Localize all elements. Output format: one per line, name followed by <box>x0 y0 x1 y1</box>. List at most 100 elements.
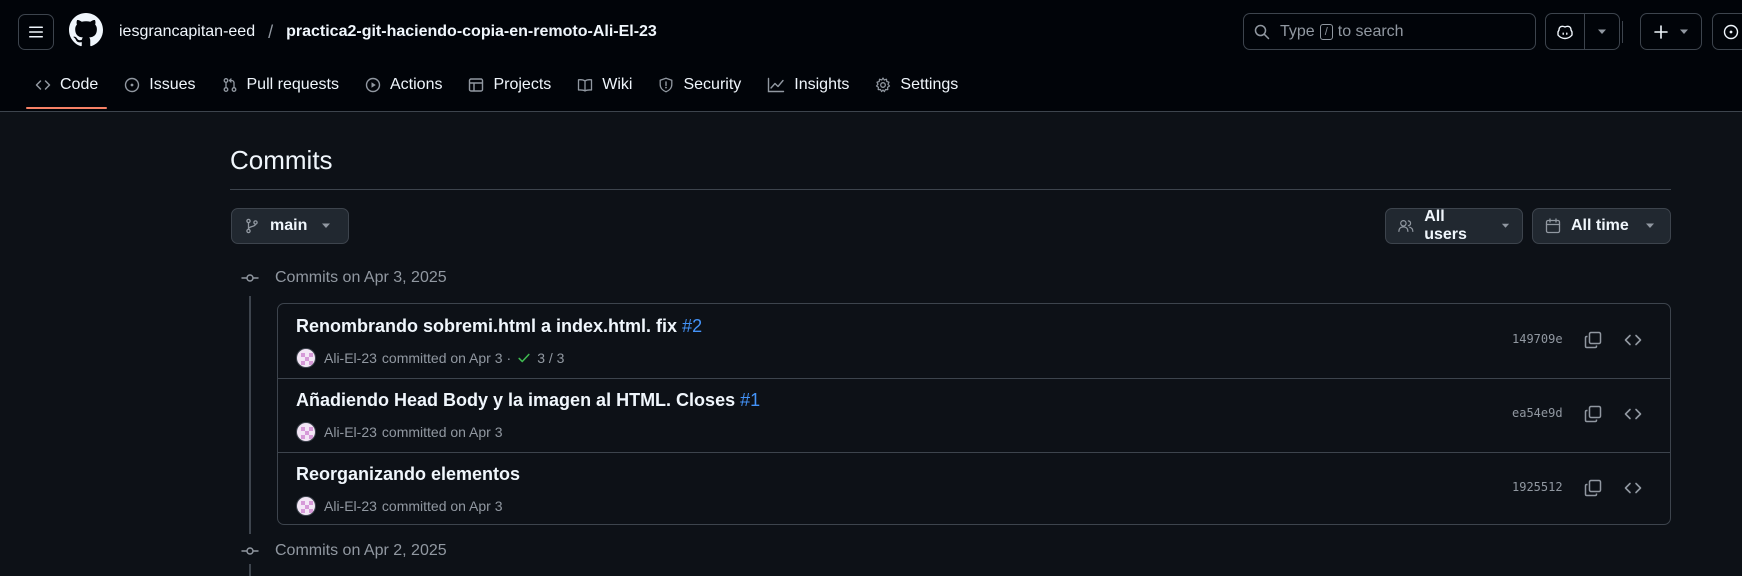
tab-label: Wiki <box>602 76 633 93</box>
users-filter-label: All users <box>1424 208 1467 243</box>
avatar[interactable] <box>296 496 316 516</box>
divider <box>230 189 1671 190</box>
search-placeholder-prefix: Type <box>1280 22 1315 40</box>
time-filter-button[interactable]: All time <box>1532 208 1671 244</box>
checks-status[interactable]: 3 / 3 <box>537 350 564 366</box>
commit-sha-link[interactable]: ea54e9d <box>1512 406 1563 420</box>
copy-sha-button[interactable] <box>1583 478 1603 498</box>
commit-date-text: committed on Apr 3 <box>381 424 503 440</box>
tab-projects[interactable]: Projects <box>459 67 560 103</box>
commit-author-link[interactable]: Ali-El-23 <box>324 424 377 440</box>
code-icon <box>1624 482 1642 494</box>
tab-actions[interactable]: Actions <box>356 67 451 103</box>
avatar[interactable] <box>296 422 316 442</box>
commit-title: Reorganizando elementos <box>296 464 520 485</box>
browse-files-button[interactable] <box>1623 404 1643 424</box>
check-icon[interactable] <box>517 351 531 365</box>
copy-sha-button[interactable] <box>1583 330 1603 350</box>
copy-icon <box>1584 479 1602 497</box>
play-icon <box>365 77 381 93</box>
users-filter-button[interactable]: All users <box>1385 208 1523 244</box>
menu-button[interactable] <box>18 14 54 50</box>
git-commit-icon <box>241 274 259 282</box>
github-logo-icon[interactable] <box>69 13 103 47</box>
branch-select-button[interactable]: main <box>231 208 349 244</box>
commit-group-heading: Commits on Apr 2, 2025 <box>241 541 447 561</box>
triangle-down-icon <box>1680 29 1688 34</box>
commit-author-link[interactable]: Ali-El-23 <box>324 350 377 366</box>
tab-pull-requests[interactable]: Pull requests <box>213 67 349 103</box>
avatar[interactable] <box>296 348 316 368</box>
commit-date-text: committed on Apr 3 <box>381 498 503 514</box>
page-title: Commits <box>230 145 333 175</box>
tab-settings[interactable]: Settings <box>866 67 967 103</box>
search-icon <box>1254 24 1270 39</box>
tab-code[interactable]: Code <box>26 67 108 109</box>
breadcrumb-repo-link[interactable]: practica2-git-haciendo-copia-en-remoto-A… <box>286 23 657 41</box>
commit-sha-link[interactable]: 149709e <box>1512 332 1563 346</box>
time-filter-label: All time <box>1571 217 1629 234</box>
copy-sha-button[interactable] <box>1583 404 1603 424</box>
issue-reference-link[interactable]: #2 <box>682 316 702 336</box>
graph-icon <box>768 77 785 93</box>
tab-label: Settings <box>900 76 959 93</box>
tab-label: Actions <box>390 76 443 93</box>
browse-files-button[interactable] <box>1623 478 1643 498</box>
issue-opened-icon <box>1723 24 1739 39</box>
git-pull-request-icon <box>223 78 236 92</box>
tab-label: Issues <box>149 76 196 93</box>
breadcrumb-separator: / <box>268 21 274 42</box>
commit-group-heading: Commits on Apr 3, 2025 <box>241 268 447 288</box>
calendar-icon <box>1545 218 1561 234</box>
header-divider <box>1622 21 1623 43</box>
triangle-down-icon <box>1598 29 1606 34</box>
commit-author-link[interactable]: Ali-El-23 <box>324 498 377 514</box>
issue-reference-link[interactable]: #1 <box>740 390 760 410</box>
commit-group-date: Commits on Apr 3, 2025 <box>275 269 447 286</box>
search-input[interactable]: Type / to search <box>1243 13 1536 50</box>
copy-icon <box>1584 405 1602 423</box>
commit-meta: Ali-El-23 committed on Apr 3 <box>296 496 503 516</box>
gear-icon <box>876 77 891 93</box>
commit-meta: Ali-El-23 committed on Apr 3 · 3 / 3 <box>296 348 564 368</box>
tab-label: Pull requests <box>246 76 340 93</box>
tab-wiki[interactable]: Wiki <box>568 67 641 103</box>
people-icon <box>1398 220 1414 232</box>
commit-title: Añadiendo Head Body y la imagen al HTML.… <box>296 390 760 411</box>
hamburger-icon <box>29 26 43 38</box>
triangle-down-icon <box>1501 223 1510 228</box>
copilot-button[interactable] <box>1546 14 1585 49</box>
book-icon <box>578 79 593 92</box>
commit-row: Renombrando sobremi.html a index.html. f… <box>278 304 1670 378</box>
tab-issues[interactable]: Issues <box>115 67 204 103</box>
code-icon <box>1624 334 1642 346</box>
copilot-dropdown-button[interactable] <box>1585 14 1619 49</box>
commit-sha-link[interactable]: 1925512 <box>1512 480 1563 494</box>
identicon-icon <box>301 427 313 439</box>
tab-label: Code <box>60 76 99 93</box>
code-icon <box>1624 408 1642 420</box>
breadcrumb: iesgrancapitan-eed / practica2-git-hacie… <box>119 21 657 43</box>
identicon-icon <box>301 501 313 513</box>
table-icon <box>469 78 484 92</box>
create-new-button[interactable] <box>1640 13 1702 50</box>
code-icon <box>35 80 51 90</box>
commit-list: Renombrando sobremi.html a index.html. f… <box>277 303 1671 525</box>
timeline-line <box>249 296 251 534</box>
your-issues-button[interactable] <box>1712 13 1742 50</box>
triangle-down-icon <box>322 223 331 228</box>
tab-insights[interactable]: Insights <box>758 67 858 103</box>
repository-nav: Code Issues Pull requests Actions Projec… <box>0 64 975 109</box>
browse-files-button[interactable] <box>1623 330 1643 350</box>
tab-label: Security <box>683 76 742 93</box>
tab-security[interactable]: Security <box>649 67 750 103</box>
commit-message-link[interactable]: Renombrando sobremi.html a index.html. f… <box>296 316 677 336</box>
git-commit-icon <box>241 547 259 555</box>
commit-message-link[interactable]: Añadiendo Head Body y la imagen al HTML.… <box>296 390 735 410</box>
commit-message-link[interactable]: Reorganizando elementos <box>296 464 520 484</box>
breadcrumb-org-link[interactable]: iesgrancapitan-eed <box>119 23 255 41</box>
shield-icon <box>660 77 673 93</box>
search-placeholder-suffix: to search <box>1337 22 1404 40</box>
search-shortcut-key: / <box>1319 23 1333 40</box>
commit-row: Añadiendo Head Body y la imagen al HTML.… <box>278 378 1670 452</box>
